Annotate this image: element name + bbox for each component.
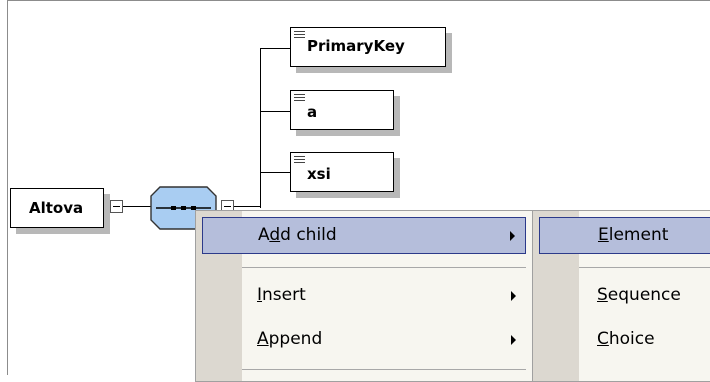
menu-separator [579, 267, 710, 268]
canvas-left-border [7, 0, 8, 375]
compositor-connector-line [234, 206, 260, 207]
menu-separator [242, 369, 526, 370]
branch-line-a [260, 111, 290, 112]
child-element-primarykey[interactable]: PrimaryKey [290, 27, 446, 67]
menu-separator [242, 267, 526, 268]
menu-item-append[interactable]: Append [202, 322, 526, 359]
schema-diagram-canvas[interactable]: Altova PrimaryKey a xsi Add child Insert… [0, 0, 710, 382]
children-trunk-line [260, 48, 261, 208]
root-element-box[interactable]: Altova [10, 188, 104, 228]
submenu-item-choice[interactable]: Choice [539, 322, 710, 359]
menu-item-insert[interactable]: Insert [202, 278, 526, 315]
menu-item-label: Choice [597, 329, 655, 349]
submenu-arrow-icon [511, 291, 516, 301]
submenu-item-element[interactable]: Element [539, 217, 710, 254]
menu-item-label: Insert [257, 285, 306, 305]
menu-item-label: Sequence [597, 285, 681, 305]
menu-item-add-child[interactable]: Add child [202, 217, 526, 254]
submenu-item-sequence[interactable]: Sequence [539, 278, 710, 315]
child-element-label: a [307, 103, 318, 121]
branch-line-xsi [260, 172, 290, 173]
child-element-a[interactable]: a [290, 90, 394, 130]
branch-line-primarykey [260, 48, 290, 49]
menu-item-label: Element [598, 225, 669, 245]
submenu-arrow-icon [511, 335, 516, 345]
context-menu: Add child Insert Append [195, 210, 533, 382]
menu-item-label: Append [257, 329, 323, 349]
root-collapse-toggle-icon[interactable] [110, 200, 123, 213]
canvas-top-border [7, 0, 710, 1]
submenu-arrow-icon [510, 231, 515, 241]
menu-item-label: Add child [258, 225, 337, 245]
annotation-icon [294, 94, 305, 103]
root-connector-line [123, 206, 153, 207]
annotation-icon [294, 31, 305, 40]
add-child-submenu: Element Sequence Choice [532, 210, 710, 382]
child-element-label: xsi [307, 165, 331, 183]
child-element-xsi[interactable]: xsi [290, 152, 394, 192]
root-element-label: Altova [29, 199, 84, 217]
child-element-label: PrimaryKey [307, 37, 405, 55]
annotation-icon [294, 156, 305, 165]
